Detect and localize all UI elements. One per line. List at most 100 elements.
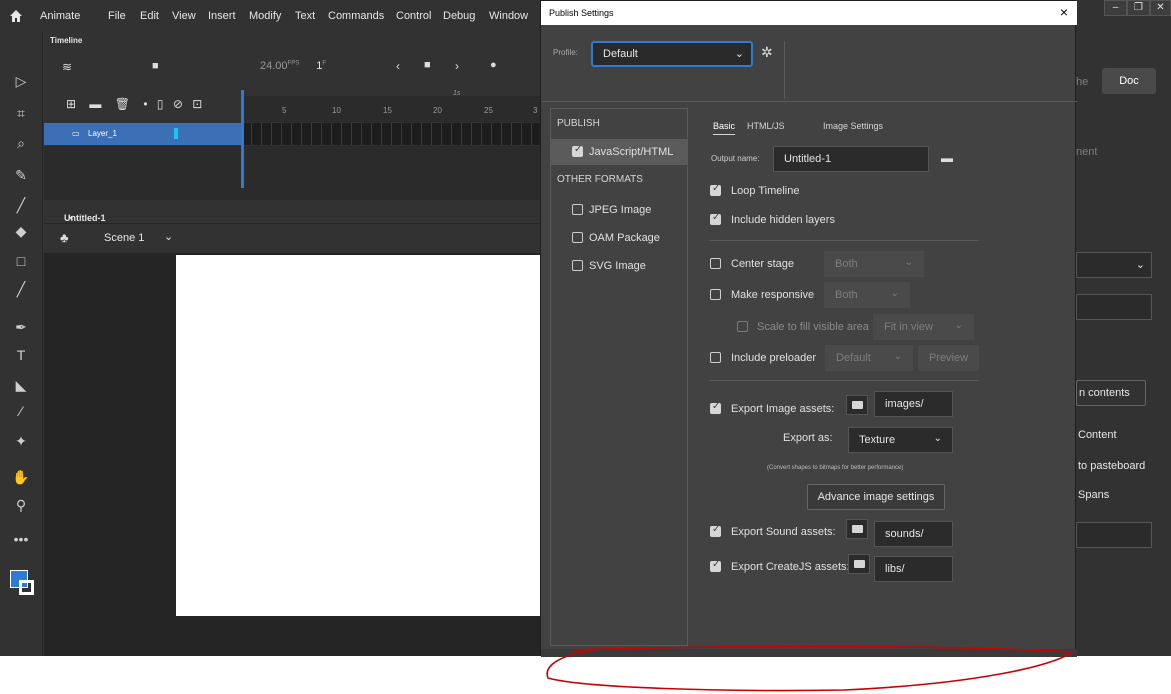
menu-view[interactable]: View (172, 10, 196, 22)
panel-option[interactable]: to pasteboard (1078, 460, 1145, 472)
eraser-tool-icon[interactable]: ◆ (12, 222, 30, 240)
menu-commands[interactable]: Commands (328, 10, 384, 22)
folder-icon[interactable] (846, 395, 868, 415)
free-transform-tool-icon[interactable]: ⌗ (12, 104, 30, 122)
brush-tool-icon[interactable]: ╱ (12, 196, 30, 214)
folder-icon[interactable] (848, 554, 870, 574)
menu-window[interactable]: Window (489, 10, 528, 22)
delete-layer-icon[interactable]: 🗑 (115, 97, 130, 111)
document-tab-close[interactable]: × (68, 213, 73, 223)
text-tool-icon[interactable]: T (12, 346, 30, 364)
center-stage-checkbox[interactable] (710, 258, 721, 269)
prev-frame-icon[interactable]: ‹ (396, 59, 400, 73)
format-item-oam[interactable]: OAM Package (551, 225, 687, 251)
minimize-button[interactable]: – (1104, 0, 1127, 16)
profile-select[interactable]: Default ⌄ (591, 41, 753, 67)
line-tool-icon[interactable]: ╱ (12, 280, 30, 298)
scene-name[interactable]: Scene 1 (104, 232, 144, 244)
format-item-jpeg[interactable]: JPEG Image (551, 197, 687, 223)
app-name-menu[interactable]: Animate (40, 10, 80, 22)
next-frame-icon[interactable]: › (455, 59, 459, 73)
include-hidden-layers-checkbox[interactable] (710, 212, 721, 225)
tab-image-settings[interactable]: Image Settings (823, 121, 883, 131)
chevron-down-icon[interactable]: ⌄ (164, 230, 173, 243)
layer-row[interactable]: ▭ Layer_1 (44, 123, 241, 145)
menu-edit[interactable]: Edit (140, 10, 159, 22)
maximize-button[interactable]: ❐ (1127, 0, 1150, 16)
scale-to-fill-select[interactable]: Fit in view ⌄ (873, 314, 974, 340)
tab-html-js[interactable]: HTML/JS (747, 121, 785, 131)
onion-skin-icon[interactable]: ● (490, 59, 497, 71)
format-item-javascript-html[interactable]: JavaScript/HTML (551, 139, 687, 165)
menu-insert[interactable]: Insert (208, 10, 236, 22)
menu-text[interactable]: Text (295, 10, 315, 22)
home-icon[interactable] (9, 9, 23, 23)
panel-field[interactable] (1076, 294, 1152, 320)
make-responsive-checkbox[interactable] (710, 289, 721, 300)
tab-basic[interactable]: Basic (713, 121, 736, 135)
playhead[interactable] (241, 90, 244, 188)
preview-button[interactable]: Preview (918, 345, 979, 371)
stroke-color-swatch[interactable] (19, 580, 34, 595)
fps-value[interactable]: 24.00 (260, 60, 288, 72)
format-item-svg[interactable]: SVG Image (551, 253, 687, 279)
loop-timeline-checkbox[interactable] (710, 183, 721, 196)
pin-tool-icon[interactable]: ✦ (12, 432, 30, 450)
pen-tool-icon[interactable]: ✒ (12, 318, 30, 336)
format-checkbox[interactable] (572, 232, 583, 243)
output-name-field[interactable]: Untitled-1 (773, 146, 929, 172)
document-tab[interactable]: Untitled-1 (Canvas)* × (44, 203, 540, 233)
rectangle-tool-icon[interactable]: □ (12, 252, 30, 270)
zoom-tool-icon[interactable]: ⚲ (12, 496, 30, 514)
export-sound-assets-checkbox[interactable] (710, 524, 721, 537)
folder-icon[interactable] (846, 519, 868, 539)
panel-field[interactable] (1076, 522, 1152, 548)
stage-canvas[interactable] (176, 255, 540, 616)
make-responsive-select[interactable]: Both ⌄ (824, 282, 910, 308)
hand-tool-icon[interactable]: ✋ (12, 468, 30, 486)
format-checkbox[interactable] (572, 144, 583, 157)
panel-dropdown[interactable]: ⌄ (1076, 252, 1152, 278)
more-tools-icon[interactable]: ••• (12, 530, 30, 548)
format-checkbox[interactable] (572, 204, 583, 215)
export-createjs-assets-checkbox[interactable] (710, 559, 721, 572)
dialog-close-button[interactable]: × (1060, 4, 1068, 20)
include-preloader-checkbox[interactable] (710, 352, 721, 363)
panel-tab-partial[interactable]: he (1076, 76, 1088, 88)
layer-name[interactable]: Layer_1 (88, 129, 117, 138)
lasso-tool-icon[interactable]: ⌕ (12, 134, 30, 152)
advance-image-settings-button[interactable]: Advance image settings (807, 484, 945, 510)
lock-icon[interactable]: ⊡ (192, 97, 202, 111)
timeline-ruler[interactable]: 1s 5 10 15 20 25 3 (241, 90, 540, 122)
center-stage-select[interactable]: Both ⌄ (824, 251, 924, 277)
pen-disabled-tool-icon[interactable]: ✎ (12, 166, 30, 184)
folder-icon[interactable]: ▬ (941, 151, 953, 165)
layer-frames[interactable] (241, 123, 540, 145)
scale-to-fill-checkbox[interactable] (737, 321, 748, 332)
stop-icon[interactable]: ■ (424, 59, 431, 71)
layers-icon[interactable]: ≋ (62, 60, 72, 74)
format-checkbox[interactable] (572, 260, 583, 271)
doc-tab[interactable]: Doc (1102, 68, 1156, 94)
menu-modify[interactable]: Modify (249, 10, 281, 22)
image-assets-path-field[interactable]: images/ (874, 391, 953, 417)
menu-control[interactable]: Control (396, 10, 431, 22)
menu-debug[interactable]: Debug (443, 10, 475, 22)
selection-tool-icon[interactable]: ▷ (12, 72, 30, 90)
export-image-assets-checkbox[interactable] (710, 401, 721, 414)
visibility-icon[interactable]: ⊘ (173, 97, 183, 111)
panel-button[interactable]: n contents (1076, 380, 1146, 406)
highlight-icon[interactable]: • (143, 97, 147, 111)
new-layer-icon[interactable]: ⊞ (66, 97, 76, 111)
gear-icon[interactable]: ✲ (761, 44, 777, 60)
sound-assets-path-field[interactable]: sounds/ (874, 521, 953, 547)
preloader-select[interactable]: Default ⌄ (825, 345, 913, 371)
eyedropper-tool-icon[interactable]: ⁄ (12, 402, 30, 420)
new-folder-icon[interactable]: ▬ (89, 97, 101, 111)
export-as-select[interactable]: Texture ⌄ (848, 427, 953, 453)
panel-option[interactable]: Spans (1078, 489, 1109, 501)
paint-bucket-tool-icon[interactable]: ◣ (12, 376, 30, 394)
outline-icon[interactable]: ▯ (157, 97, 164, 111)
close-window-button[interactable]: ✕ (1150, 0, 1171, 16)
camera-icon[interactable]: ■ (152, 60, 159, 72)
